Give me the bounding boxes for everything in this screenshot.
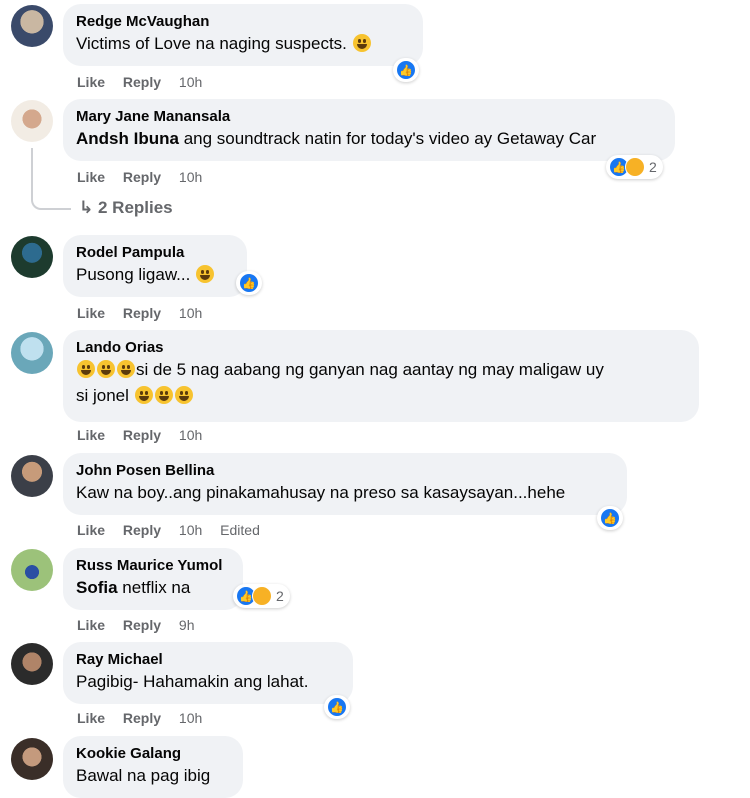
comment-bubble: Kookie Galang Bawal na pag ibig (63, 736, 243, 798)
like-reaction-icon: 👍 (327, 697, 347, 717)
laughing-emoji (174, 386, 193, 404)
reply-link[interactable]: Reply (123, 617, 161, 633)
timestamp[interactable]: 10h (179, 169, 202, 185)
like-link[interactable]: Like (77, 617, 105, 633)
avatar[interactable] (11, 738, 53, 780)
edited-label[interactable]: Edited (220, 522, 260, 538)
avatar[interactable] (11, 236, 53, 278)
laughing-emoji (77, 360, 95, 378)
timestamp[interactable]: 10h (179, 305, 202, 321)
comment-author[interactable]: Redge McVaughan (76, 12, 411, 31)
avatar[interactable] (11, 455, 53, 497)
comment-text: Victims of Love na naging suspects. (76, 31, 411, 57)
comment-author[interactable]: John Posen Bellina (76, 461, 615, 480)
reply-link[interactable]: Reply (123, 522, 161, 538)
comment-actions: Like Reply 10h (77, 169, 216, 185)
avatar[interactable] (11, 643, 53, 685)
comment-bubble: John Posen Bellina Kaw na boy..ang pinak… (63, 453, 627, 515)
reaction-summary[interactable]: 👍 (597, 506, 623, 530)
comment-bubble: Ray Michael Pagibig- Hahamakin ang lahat… (63, 642, 353, 704)
reply-link[interactable]: Reply (123, 710, 161, 726)
comment-author[interactable]: Mary Jane Manansala (76, 107, 663, 126)
timestamp[interactable]: 10h (179, 710, 202, 726)
comment-author[interactable]: Ray Michael (76, 650, 341, 669)
thread-connector (31, 148, 71, 210)
comment-actions: Like Reply 9h (77, 617, 209, 633)
comment-text: Andsh Ibuna ang soundtrack natin for tod… (76, 129, 597, 148)
comment-author[interactable]: Lando Orias (76, 338, 687, 357)
reaction-count: 2 (276, 588, 284, 604)
reaction-count: 2 (649, 159, 657, 175)
like-link[interactable]: Like (77, 74, 105, 90)
timestamp[interactable]: 10h (179, 74, 202, 90)
reply-link[interactable]: Reply (123, 74, 161, 90)
reaction-summary[interactable]: 👍 (393, 58, 419, 82)
comment-actions: Like Reply 10h (77, 74, 216, 90)
comment-bubble: Rodel Pampula Pusong ligaw... (63, 235, 247, 297)
reply-link[interactable]: Reply (123, 169, 161, 185)
comment-bubble: Redge McVaughan Victims of Love na nagin… (63, 4, 423, 66)
laughing-emoji (134, 386, 153, 404)
like-link[interactable]: Like (77, 169, 105, 185)
comment-text: Pusong ligaw... (76, 262, 235, 288)
reply-link[interactable]: Reply (123, 305, 161, 321)
reply-link[interactable]: Reply (123, 427, 161, 443)
comment-text: Kaw na boy..ang pinakamahusay na preso s… (76, 483, 566, 502)
like-link[interactable]: Like (77, 305, 105, 321)
timestamp[interactable]: 9h (179, 617, 195, 633)
timestamp[interactable]: 10h (179, 522, 202, 538)
comment-actions: Like Reply 10h Edited (77, 522, 274, 538)
comment-bubble: Russ Maurice Yumol Sofia netflix na (63, 548, 243, 610)
like-reaction-icon: 👍 (600, 508, 620, 528)
avatar[interactable] (11, 5, 53, 47)
like-reaction-icon: 👍 (239, 273, 259, 293)
laughing-emoji (196, 265, 215, 283)
reaction-summary[interactable]: 👍 (236, 271, 262, 295)
view-replies-link[interactable]: ↳ 2 Replies (79, 198, 173, 218)
like-link[interactable]: Like (77, 427, 105, 443)
comment-author[interactable]: Rodel Pampula (76, 243, 235, 262)
reaction-summary[interactable]: 👍 2 (233, 584, 290, 608)
like-link[interactable]: Like (77, 522, 105, 538)
like-reaction-icon: 👍 (396, 60, 416, 80)
reaction-summary[interactable]: 👍 2 (606, 155, 663, 179)
comment-author[interactable]: Russ Maurice Yumol (76, 556, 231, 575)
haha-reaction-icon (625, 157, 645, 177)
avatar[interactable] (11, 549, 53, 591)
comment-text: Pagibig- Hahamakin ang lahat. (76, 672, 309, 691)
avatar[interactable] (11, 332, 53, 374)
comment-actions: Like Reply 10h (77, 305, 216, 321)
comment-actions: Like Reply 10h (77, 427, 216, 443)
comment-author[interactable]: Kookie Galang (76, 744, 231, 763)
grinning-emoji (352, 34, 371, 52)
comment-text: si de 5 nag aabang ng ganyan nag aantay … (76, 360, 604, 405)
timestamp[interactable]: 10h (179, 427, 202, 443)
comment-actions: Like Reply 10h (77, 710, 216, 726)
reaction-summary[interactable]: 👍 (324, 695, 350, 719)
comment-text: Sofia netflix na (76, 578, 191, 597)
laughing-emoji (154, 386, 173, 404)
reply-arrow-icon: ↳ (79, 198, 94, 217)
laughing-emoji (97, 360, 115, 378)
haha-reaction-icon (252, 586, 272, 606)
mention-link[interactable]: Sofia (76, 578, 118, 597)
comment-bubble: Lando Orias si de 5 nag aabang ng ganyan… (63, 330, 699, 422)
comment-text: Bawal na pag ibig (76, 766, 211, 785)
avatar[interactable] (11, 100, 53, 142)
like-link[interactable]: Like (77, 710, 105, 726)
mention-link[interactable]: Andsh Ibuna (76, 129, 179, 148)
laughing-emoji (117, 360, 135, 378)
comment-bubble: Mary Jane Manansala Andsh Ibuna ang soun… (63, 99, 675, 161)
